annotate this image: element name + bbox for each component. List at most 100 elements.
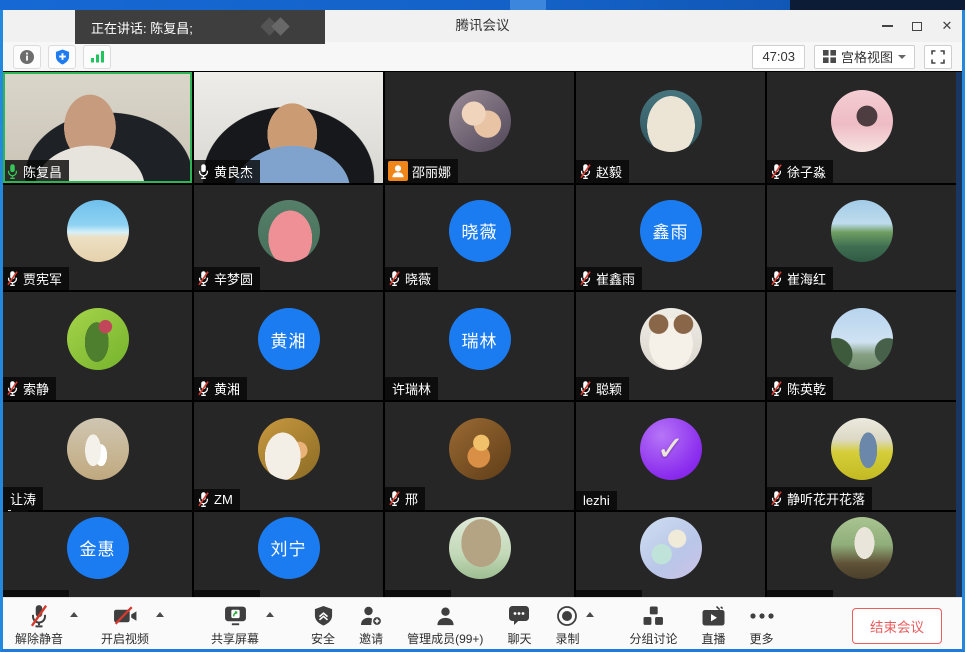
participant-tile[interactable]: 邢	[385, 402, 574, 510]
participant-tile[interactable]: 让涛	[3, 402, 192, 510]
fullscreen-button[interactable]	[924, 45, 952, 69]
participant-tile[interactable]: 金惠	[3, 512, 192, 597]
participant-name-label	[3, 590, 69, 597]
header-right-controls: 47:03 宫格视图	[752, 45, 952, 69]
live-stream-label: 直播	[701, 630, 725, 647]
end-meeting-button[interactable]: 结束会议	[852, 608, 942, 644]
participant-tile[interactable]: 黄湘 黄湘	[194, 292, 383, 400]
record-button[interactable]: 录制	[555, 603, 579, 647]
participant-grid: 陈复昌 黄良杰 邵丽娜 赵毅 徐子淼	[3, 71, 962, 597]
layout-view-button[interactable]: 宫格视图	[814, 45, 915, 69]
participant-tile[interactable]: 静听花开花落	[767, 402, 956, 510]
participant-tile[interactable]: 黄良杰	[194, 72, 383, 183]
share-screen-icon	[224, 605, 247, 627]
participant-tile[interactable]: 陈复昌	[3, 72, 192, 183]
participant-tile[interactable]: ✓ lezhi	[576, 402, 765, 510]
participant-avatar	[67, 200, 129, 262]
participant-tile[interactable]: 贾宪军	[3, 185, 192, 290]
participant-name: ZM	[214, 492, 233, 507]
more-dots-icon	[750, 613, 774, 619]
participant-name-label: 聪颖	[576, 377, 629, 400]
mic-status-icon	[197, 380, 210, 397]
minimize-button[interactable]	[872, 10, 902, 42]
share-screen-label: 共享屏幕	[211, 630, 259, 647]
participant-tile[interactable]	[385, 512, 574, 597]
start-video-button[interactable]: 开启视频	[101, 603, 149, 647]
security-shield-icon	[313, 605, 334, 627]
network-status-button[interactable]	[83, 45, 111, 69]
participant-name: 邵丽娜	[412, 162, 451, 181]
members-icon	[435, 605, 456, 627]
participant-name-label: ZM	[194, 489, 240, 510]
participant-tile[interactable]	[767, 512, 956, 597]
meeting-timer: 47:03	[752, 45, 805, 69]
info-icon	[19, 49, 35, 65]
participant-name-label: 许瑞林	[385, 377, 438, 400]
mic-status-icon	[770, 270, 783, 287]
participant-name-label: 陈英乾	[767, 377, 833, 400]
participant-avatar	[640, 90, 702, 152]
participant-avatar	[67, 308, 129, 370]
participant-name: 黄良杰	[214, 162, 253, 181]
more-button[interactable]: 更多	[750, 603, 774, 647]
chat-button[interactable]: 聊天	[507, 603, 531, 647]
participant-avatar	[258, 418, 320, 480]
chevron-up-icon[interactable]	[266, 612, 274, 617]
titlebar[interactable]: 腾讯会议 正在讲话: 陈复昌; ✕	[3, 10, 962, 42]
security-button[interactable]: 安全	[311, 603, 335, 647]
participant-tile[interactable]: 晓薇 晓薇	[385, 185, 574, 290]
security-label: 安全	[311, 630, 335, 647]
grid-view-icon	[823, 50, 836, 63]
participant-avatar	[831, 418, 893, 480]
breakout-rooms-button[interactable]: 分组讨论	[629, 603, 677, 647]
participant-tile[interactable]: 刘宁	[194, 512, 383, 597]
participant-tile[interactable]: 邵丽娜	[385, 72, 574, 183]
participant-name: 黄湘	[214, 379, 240, 398]
breakout-rooms-label: 分组讨论	[629, 630, 677, 647]
participant-name: 赵毅	[596, 162, 622, 181]
participant-name: 聪颖	[596, 379, 622, 398]
fullscreen-icon	[931, 50, 945, 64]
participant-avatar	[640, 517, 702, 579]
participant-name-label	[576, 590, 642, 597]
maximize-button[interactable]	[902, 10, 932, 42]
participant-tile[interactable]: 索静	[3, 292, 192, 400]
chevron-up-icon[interactable]	[70, 612, 78, 617]
invite-button[interactable]: 邀请	[359, 603, 383, 647]
close-button[interactable]: ✕	[932, 10, 962, 42]
tencent-meeting-logo-icon	[259, 17, 295, 37]
participant-name-label: 崔鑫雨	[576, 267, 642, 290]
chevron-up-icon[interactable]	[156, 612, 164, 617]
participant-tile[interactable]: 徐子淼	[767, 72, 956, 183]
participant-name: 贾宪军	[23, 269, 62, 288]
participant-avatar	[449, 517, 511, 579]
mic-status-icon	[579, 380, 592, 397]
participant-tile[interactable]	[576, 512, 765, 597]
manage-members-button[interactable]: 管理成员(99+)	[407, 603, 483, 647]
speaking-indicator-text: 正在讲话: 陈复昌;	[91, 18, 193, 37]
participant-name-label: 崔海红	[767, 267, 833, 290]
participant-name-label: 贾宪军	[3, 267, 69, 290]
unmute-button[interactable]: 解除静音	[15, 603, 63, 647]
participant-name-label: 邢	[385, 487, 425, 510]
participant-tile[interactable]: 崔海红	[767, 185, 956, 290]
invite-person-icon	[360, 605, 383, 627]
participant-name: 许瑞林	[392, 379, 431, 398]
participant-tile[interactable]: 瑞林 许瑞林	[385, 292, 574, 400]
participant-name-label: 黄湘	[194, 377, 247, 400]
participant-name-label: 赵毅	[576, 160, 629, 183]
participant-tile[interactable]: 陈英乾	[767, 292, 956, 400]
participant-tile[interactable]: ZM	[194, 402, 383, 510]
participant-tile[interactable]: 辛梦圆	[194, 185, 383, 290]
participant-avatar: 刘宁	[258, 517, 320, 579]
participant-name: 静听花开花落	[787, 489, 865, 508]
live-stream-button[interactable]: 直播	[701, 603, 725, 647]
security-status-button[interactable]	[48, 45, 76, 69]
share-screen-button[interactable]: 共享屏幕	[211, 603, 259, 647]
participant-tile[interactable]: 聪颖	[576, 292, 765, 400]
meeting-info-button[interactable]	[13, 45, 41, 69]
participant-tile[interactable]: 赵毅	[576, 72, 765, 183]
participant-tile[interactable]: 鑫雨 崔鑫雨	[576, 185, 765, 290]
participant-avatar	[831, 200, 893, 262]
chevron-up-icon[interactable]	[586, 612, 594, 617]
